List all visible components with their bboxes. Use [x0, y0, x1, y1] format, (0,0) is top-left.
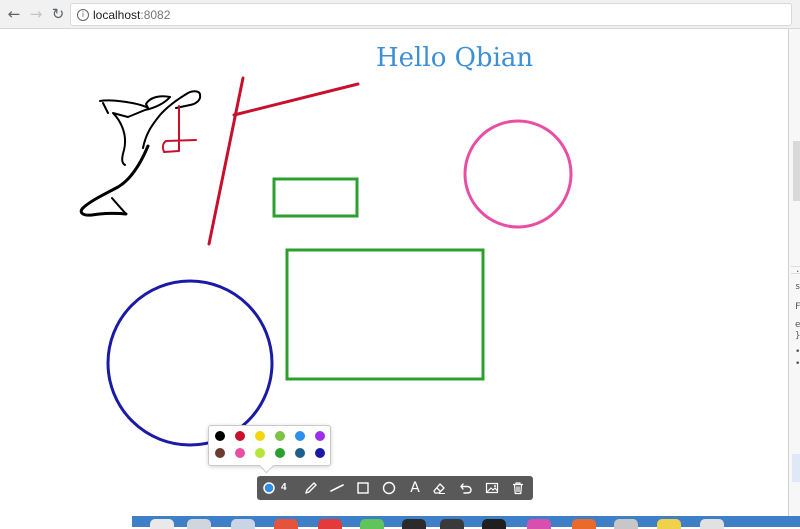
drawing-canvas[interactable]: Hello Qbian	[0, 29, 788, 516]
circle-shape-pink	[463, 119, 573, 229]
dock-app-icon[interactable]	[657, 519, 681, 529]
pencil-tool-button[interactable]	[301, 478, 321, 498]
line-icon	[330, 484, 344, 492]
color-swatch-pink[interactable]	[235, 448, 245, 458]
line-shape-red	[207, 76, 245, 246]
reload-icon[interactable]: ↻	[50, 5, 66, 23]
devtools-snippet: F	[795, 302, 800, 312]
color-palette	[208, 425, 331, 466]
undo-icon	[460, 483, 472, 494]
color-swatch-black[interactable]	[215, 431, 225, 441]
color-swatch-green[interactable]	[275, 448, 285, 458]
color-swatch-yellow[interactable]	[255, 431, 265, 441]
dock-app-icon[interactable]	[402, 519, 426, 529]
text-icon: A	[410, 480, 420, 496]
dock-app-icon[interactable]	[150, 519, 174, 529]
info-icon[interactable]: i	[77, 9, 89, 21]
devtools-snippet: e	[795, 320, 800, 330]
trash-button[interactable]	[508, 478, 528, 498]
undo-button[interactable]	[456, 478, 476, 498]
color-swatch-navy[interactable]	[315, 448, 325, 458]
color-swatch-sky-blue[interactable]	[295, 431, 305, 441]
drawing-toolbar: 4 A	[257, 476, 533, 500]
image-tool-button[interactable]	[482, 478, 502, 498]
image-icon	[485, 482, 499, 494]
devtools-snippet: •	[795, 347, 800, 357]
devtools-panel: .. s F e } • •	[788, 29, 800, 516]
freehand-stroke-black-thick	[79, 144, 150, 217]
devtools-snippet: •	[795, 359, 800, 369]
circle-tool-button[interactable]	[379, 478, 399, 498]
url-port: :8082	[140, 8, 171, 22]
dock-app-icon[interactable]	[527, 519, 551, 529]
dock-app-icon[interactable]	[700, 519, 724, 529]
rectangle-shape-green-large	[285, 248, 485, 381]
dock-app-icon[interactable]	[614, 519, 638, 529]
dock-app-icon[interactable]	[274, 519, 298, 529]
circle-icon	[382, 481, 396, 495]
color-dot-icon	[263, 482, 275, 494]
url-text: localhost:8082	[93, 8, 170, 22]
color-swatch-teal-blue[interactable]	[295, 448, 305, 458]
devtools-scrollbar[interactable]	[793, 141, 800, 201]
rectangle-tool-button[interactable]	[353, 478, 373, 498]
forward-icon[interactable]: →	[28, 5, 44, 23]
devtools-snippet: s	[795, 282, 800, 292]
circle-shape-blue	[106, 279, 274, 447]
trash-icon	[513, 482, 523, 495]
devtools-highlight	[792, 454, 800, 482]
color-swatch-purple[interactable]	[315, 431, 325, 441]
line-shape-red	[232, 82, 360, 117]
text-annotation: Hello Qbian	[376, 43, 534, 73]
devtools-snippet: ..	[795, 265, 800, 275]
color-swatch-light-green[interactable]	[275, 431, 285, 441]
url-host: localhost	[93, 8, 141, 22]
color-swatch-lime[interactable]	[255, 448, 265, 458]
dock-app-icon[interactable]	[360, 519, 384, 529]
eraser-tool-button[interactable]	[429, 478, 449, 498]
freehand-stroke-red	[161, 105, 197, 153]
color-swatch-brown[interactable]	[215, 448, 225, 458]
address-bar[interactable]: i localhost:8082	[70, 3, 792, 26]
devtools-snippet: }	[795, 331, 800, 341]
color-swatch-red[interactable]	[235, 431, 245, 441]
line-tool-button[interactable]	[327, 478, 347, 498]
brush-size-label[interactable]: 4	[281, 482, 287, 493]
rectangle-icon	[357, 482, 369, 494]
rectangle-shape-green-small	[272, 177, 359, 218]
dock-app-icon[interactable]	[187, 519, 211, 529]
back-icon[interactable]: ←	[6, 5, 22, 23]
dock-app-icon[interactable]	[572, 519, 596, 529]
dock-app-icon[interactable]	[482, 519, 506, 529]
eraser-icon	[433, 483, 445, 494]
dock-app-icon[interactable]	[440, 519, 464, 529]
dock-app-icon[interactable]	[318, 519, 342, 529]
color-picker-button[interactable]	[259, 478, 279, 498]
browser-toolbar: ← → ↻ i localhost:8082	[0, 0, 800, 29]
pencil-icon	[305, 482, 317, 494]
drawing-layer	[79, 76, 573, 447]
text-tool-button[interactable]: A	[405, 478, 425, 498]
dock-app-icon[interactable]	[231, 519, 255, 529]
